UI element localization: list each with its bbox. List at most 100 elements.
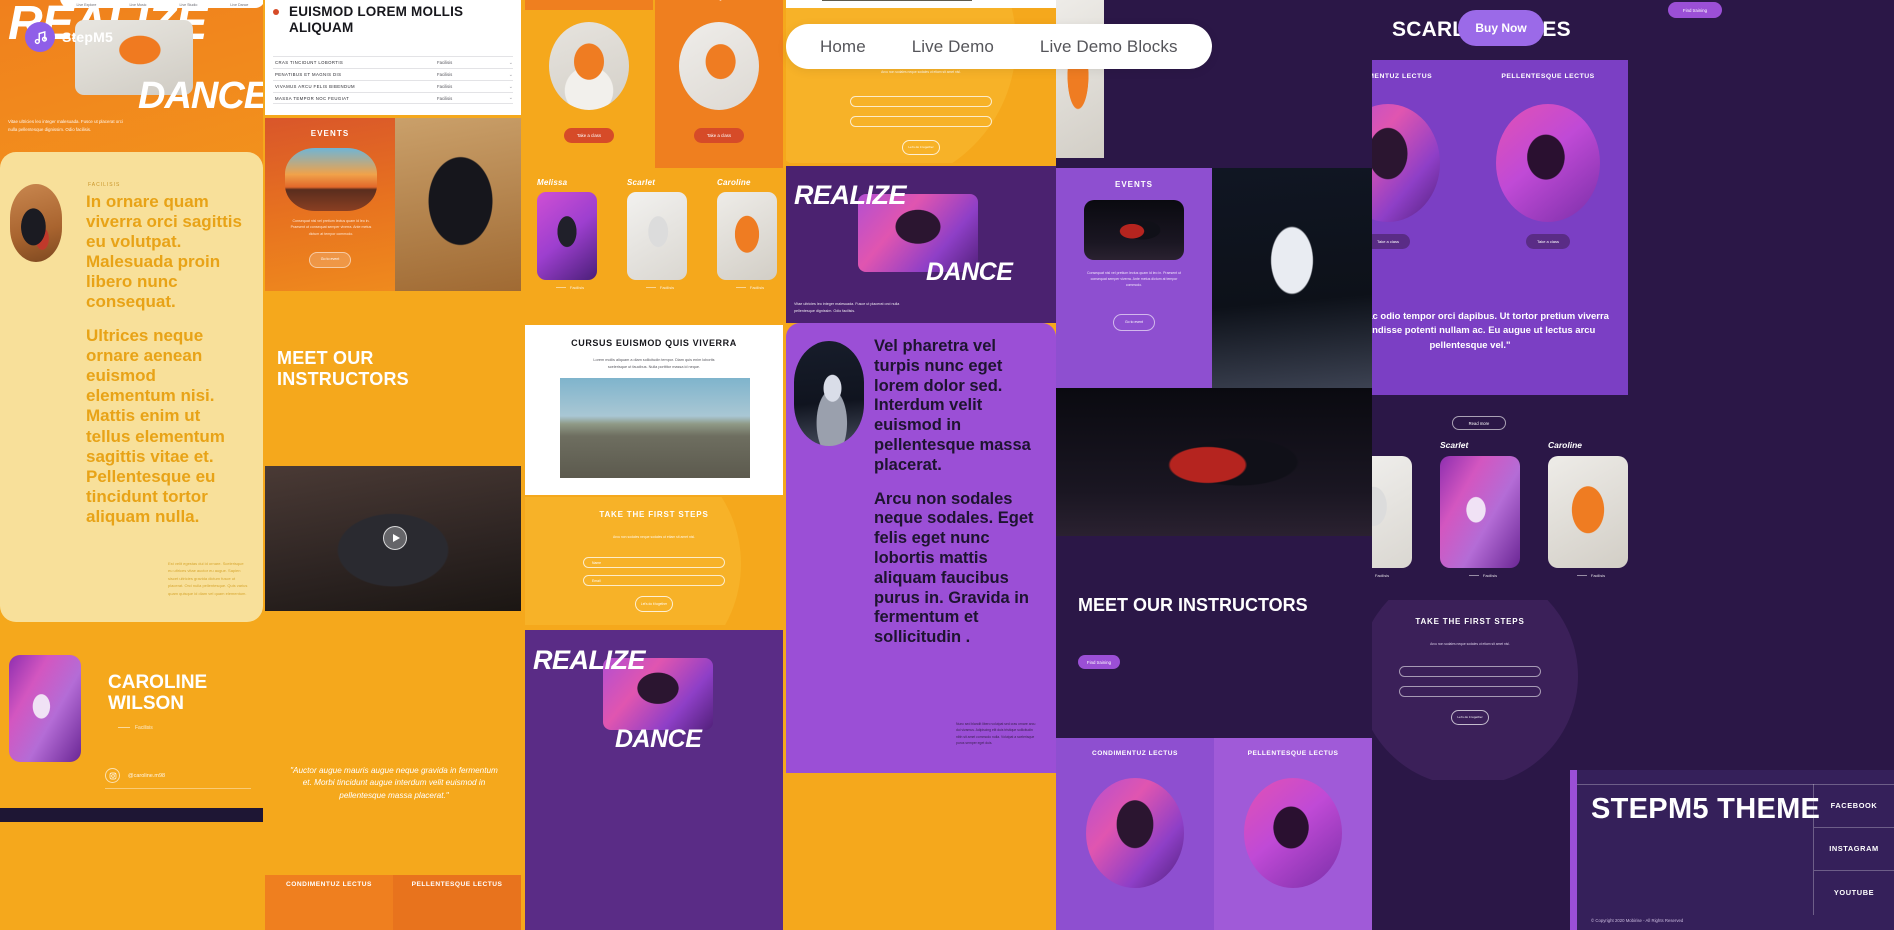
class-card[interactable]: CONDIMENTUZ LECTUS [1056,738,1214,930]
about-small-text: Est velit egestas dui id ornare. Sceleri… [168,561,248,596]
email-input[interactable] [1399,686,1541,697]
instructor-name: Melissa [537,178,568,187]
class-card[interactable]: PELLENTESQUE LECTUS [1214,738,1372,930]
name-input[interactable]: Name [583,557,725,568]
class-card[interactable]: PELLENTESQUE LECTUS [393,875,521,930]
instructor-profile-caroline: CAROLINE WILSON Facilisis @caroline.m98 [0,630,263,930]
class-photo [1372,104,1440,222]
instructor-photo [627,192,687,280]
hero-title-dance: DANCE [615,725,702,753]
faq-answer: Facilisis [437,60,453,65]
bullet-dot-icon [273,9,279,15]
footer-social-links: FACEBOOK INSTAGRAM YOUTUBE [1814,784,1894,915]
site-footer: STEPM5 THEME FACEBOOK INSTAGRAM YOUTUBE … [1570,770,1894,930]
faq-row[interactable]: VIVAMUS ARCU FELIS BIBENDUM Facilisis ⌄ [273,80,513,92]
instructor-card[interactable]: Scarlet Facilisis [1440,440,1526,578]
dance-note-icon [25,22,55,52]
brand-name: StepM5 [62,29,113,45]
faq-question: CRAS TINCIDUNT LOBORTIS [275,60,344,65]
purple-card-photo [794,341,864,446]
take-a-class-button[interactable]: Take a class [1372,234,1410,249]
class-card-condimentuz: Take a class [525,10,653,168]
class-card[interactable]: CONDIMENTUZ LECTUS [265,875,393,930]
instructor-card[interactable]: Melissa Facilisis [1372,440,1418,578]
hero-title-realize: REALIZE [533,645,646,675]
faq-question: MASSA TEMPOR NOC FEUGIAT [275,95,350,101]
chevron-down-icon[interactable]: ⌄ [503,60,513,66]
events-photo [285,148,377,211]
faq-row[interactable]: PENATIBUS ET MAGNIS DIS Facilisis ⌄ [273,68,513,80]
class-photo [679,22,759,110]
chevron-down-icon[interactable]: ⌄ [503,72,513,78]
instructor-handle: @caroline.m98 [128,772,166,779]
events-card: EVENTS Consequat nisl vel pretium lectus… [265,118,395,291]
find-training-button[interactable]: Find training [1668,2,1722,18]
signup-submit-button[interactable]: Let's do it together [902,140,940,155]
cursus-body: Lorem mollis aliquam a diam sollicitudin… [593,358,715,369]
nav-item-live-demo[interactable]: Live Demo [912,37,994,57]
take-a-class-button[interactable]: Take a class [564,128,614,143]
faq-row[interactable]: CRAS TINCIDUNT LOBORTIS Facilisis ⌄ [273,56,513,68]
instructor-photo [1440,456,1520,568]
instagram-icon [105,768,120,783]
instructor-name: Caroline [1548,440,1583,450]
find-training-button[interactable]: Find training [1078,655,1120,669]
signup-submit-button[interactable]: Let's do it together [1451,710,1489,725]
instructor-role: Facilisis [1440,573,1526,578]
instructor-card[interactable]: Scarlet Facilisis [627,178,693,290]
faq-row[interactable]: MASSA TEMPOR NOC FEUGIAT Facilisis ⌄ [273,92,513,104]
events-button[interactable]: Go to event [309,252,351,268]
instructor-card[interactable]: Caroline Facilisis [717,178,783,290]
faq-answer: Facilisis [437,84,453,89]
name-input[interactable] [850,96,992,107]
class-band: CONDIMENTUZ LECTUS PELLENTESQUE LECTUS [265,875,521,930]
chevron-down-icon[interactable]: ⌄ [503,84,513,90]
purple-small-text: Nunc sed blandit libero volutpat sed cra… [956,722,1036,746]
tab-label[interactable]: Live Studio [180,3,198,7]
nav-item-home[interactable]: Home [820,37,866,57]
events-side-photo [395,118,521,291]
signup-submit-button[interactable]: Let's do it together [635,596,673,612]
footer-link-youtube[interactable]: YOUTUBE [1814,871,1894,915]
video-card[interactable] [265,466,521,611]
instructor-card[interactable]: Melissa Facilisis [537,178,603,290]
tab-label[interactable]: Live Dance [230,3,248,7]
meet-instructors-title: MEET OUR INSTRUCTORS [277,348,409,390]
hero-title-dance: DANCE [138,75,263,117]
class-band: CONDIMENTUZ LECTUS PELLENTESQUE LECTUS [1056,738,1372,930]
buy-now-button[interactable]: Buy Now [1458,10,1544,46]
take-a-class-button[interactable]: Take a class [694,128,744,143]
preview-column-classes: Take a class Take a class CONDIMENTUZ LE… [523,0,786,930]
class-title: PELLENTESQUE LECTUS [1247,750,1339,757]
take-a-class-button[interactable]: Take a class [1526,234,1570,249]
email-input[interactable]: Email [583,575,725,586]
instructor-social[interactable]: @caroline.m98 [105,768,165,783]
footer-link-facebook[interactable]: FACEBOOK [1814,784,1894,828]
read-more-button[interactable]: Read more [1452,416,1506,430]
nav-item-live-demo-blocks[interactable]: Live Demo Blocks [1040,37,1178,57]
chevron-down-icon[interactable]: ⌄ [503,95,513,101]
tab-label[interactable]: Live Music [129,3,146,7]
events-button[interactable]: Go to event [1113,314,1155,331]
faq-card: EUISMOD LOREM MOLLIS ALIQUAM CRAS TINCID… [265,0,521,115]
events-body: Consequat nisl vel pretium lectus quam i… [290,219,372,236]
hero-subtext: Vitae ultricies leo integer malesuada. F… [794,302,900,313]
screenshot-root: Live Explore Live Music Live Studio Live… [0,0,1894,930]
email-input[interactable] [850,116,992,127]
events-title: EVENTS [310,129,350,138]
about-kicker: FACILISIS [88,182,121,188]
preview-column-purple-text: TAKE THE FIRST STEPS Arcu non sodales ne… [786,0,1056,930]
play-icon[interactable] [383,526,407,550]
name-input[interactable] [1399,666,1541,677]
class-photo [549,22,629,110]
brand-logo[interactable]: StepM5 [25,22,113,52]
events-title: EVENTS [1114,180,1153,189]
instructor-name: Melissa [1372,440,1418,450]
class-card-pellentesque: Take a class [655,10,783,168]
footer-link-instagram[interactable]: INSTAGRAM [1814,828,1894,872]
ballet-photo [1212,168,1372,388]
instructor-photo [1372,456,1412,568]
about-photo [10,184,62,262]
tab-label[interactable]: Live Explore [77,3,97,7]
instructor-card[interactable]: Caroline Facilisis [1548,440,1634,578]
